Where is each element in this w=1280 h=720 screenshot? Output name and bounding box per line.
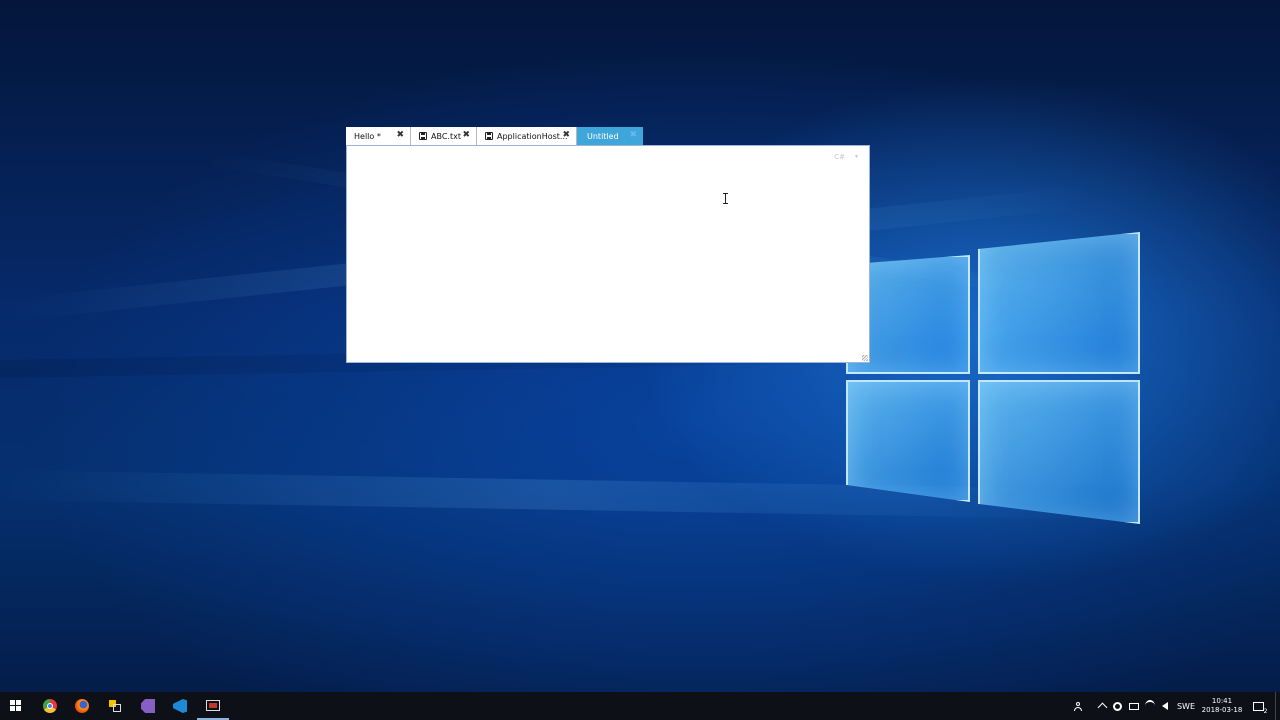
chrome-button[interactable]: [34, 692, 66, 720]
language-selector[interactable]: C#: [834, 153, 845, 161]
tab-untitled[interactable]: Untitled ✖: [577, 127, 643, 145]
tab-hello[interactable]: Hello * ✖: [346, 127, 411, 145]
close-icon[interactable]: ✖: [562, 130, 570, 140]
notification-icon: 2: [1252, 701, 1268, 715]
tool-app-icon: [108, 699, 122, 713]
battery-icon: [1129, 702, 1139, 710]
vscode-icon: [173, 699, 187, 713]
save-icon: [485, 132, 493, 140]
windows-logo-pane: [978, 232, 1140, 374]
screen-app-icon: [206, 699, 220, 711]
screen-app-button[interactable]: [197, 692, 229, 720]
visual-studio-icon: [141, 699, 155, 713]
input-language-button[interactable]: SWE: [1174, 692, 1198, 720]
show-desktop-button[interactable]: [1275, 692, 1280, 720]
chevron-up-icon: [1097, 702, 1107, 713]
visual-studio-button[interactable]: [132, 692, 164, 720]
start-button[interactable]: [0, 692, 32, 720]
resize-grip-icon[interactable]: [862, 355, 868, 361]
tray-app-icon: [1112, 701, 1122, 711]
notification-count: 2: [1263, 707, 1268, 715]
text-editor-area[interactable]: C# ▾: [346, 145, 870, 363]
tab-abc-txt[interactable]: ABC.txt ✖: [411, 127, 477, 145]
close-icon[interactable]: ✖: [396, 130, 404, 140]
desktop-wallpaper: Hello * ✖ ABC.txt ✖ ApplicationHost... ✖…: [0, 0, 1280, 692]
close-icon[interactable]: ✖: [629, 130, 637, 140]
network-icon: [1145, 700, 1155, 712]
tab-label: ApplicationHost...: [497, 131, 568, 141]
chrome-icon: [43, 699, 57, 713]
clock-time: 10:41: [1211, 697, 1233, 705]
people-icon: [1074, 702, 1082, 711]
people-button[interactable]: [1070, 692, 1086, 720]
firefox-button[interactable]: [66, 692, 98, 720]
firefox-icon: [75, 699, 89, 713]
clock-date: 2018-03-18: [1201, 706, 1243, 714]
text-cursor-icon: [723, 193, 730, 204]
windows-start-icon: [10, 700, 22, 712]
volume-icon: [1162, 702, 1168, 710]
windows-logo-pane: [846, 380, 970, 502]
windows-logo-pane: [978, 380, 1140, 524]
battery-button[interactable]: [1127, 692, 1141, 720]
tab-label: Untitled: [587, 131, 619, 141]
chevron-down-icon[interactable]: ▾: [855, 153, 858, 160]
clock[interactable]: 10:41 2018-03-18: [1200, 692, 1244, 720]
show-hidden-icons-button[interactable]: [1095, 692, 1109, 720]
editor-tab-strip: Hello * ✖ ABC.txt ✖ ApplicationHost... ✖…: [346, 127, 643, 145]
save-icon: [419, 132, 427, 140]
tray-app-button[interactable]: [1110, 692, 1124, 720]
tab-applicationhost[interactable]: ApplicationHost... ✖: [477, 127, 577, 145]
vscode-button[interactable]: [164, 692, 196, 720]
tool-app-button[interactable]: [99, 692, 131, 720]
tab-label: Hello *: [354, 131, 381, 141]
taskbar: SWE 10:41 2018-03-18 2: [0, 692, 1280, 720]
volume-button[interactable]: [1158, 692, 1172, 720]
tab-label: ABC.txt: [431, 131, 461, 141]
close-icon[interactable]: ✖: [462, 130, 470, 140]
network-button[interactable]: [1143, 692, 1157, 720]
action-center-button[interactable]: 2: [1250, 692, 1268, 720]
